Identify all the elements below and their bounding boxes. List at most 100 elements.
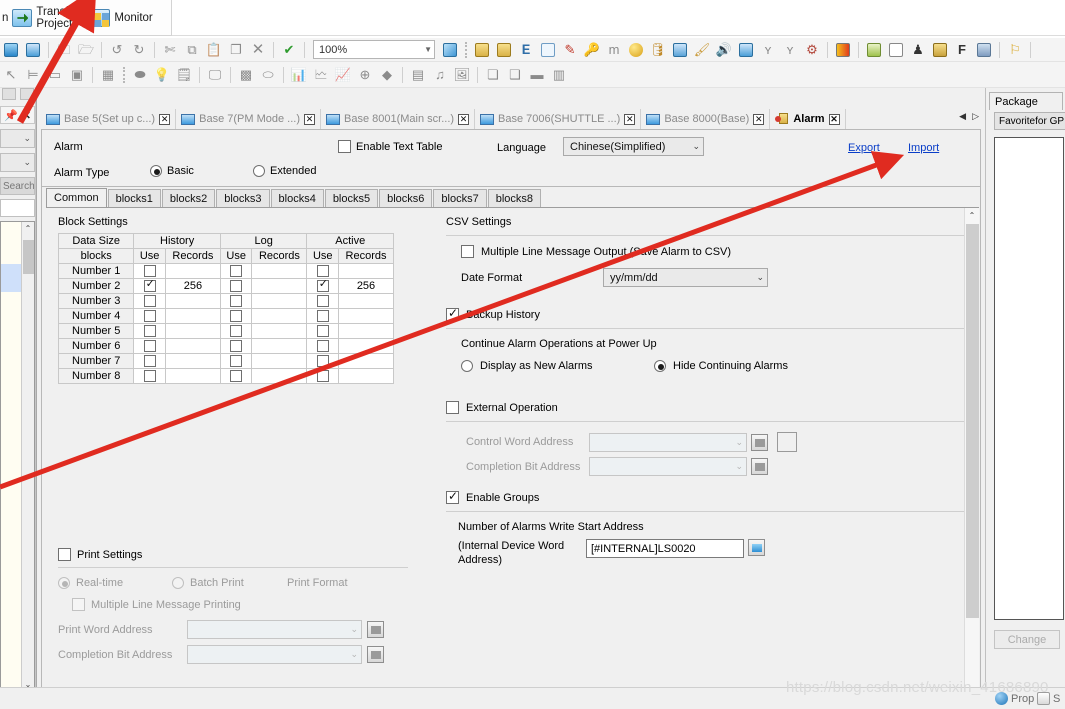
history-use-cell[interactable] xyxy=(133,263,166,279)
export-link[interactable]: Export xyxy=(848,142,880,154)
bar-chart-icon[interactable]: 📊 xyxy=(289,65,309,85)
gradient-icon[interactable] xyxy=(833,40,853,60)
log-use-checkbox[interactable] xyxy=(230,295,243,307)
multiple-line-printing-checkbox[interactable] xyxy=(72,598,85,611)
active-use-cell[interactable] xyxy=(306,353,339,369)
close-icon[interactable]: ✕ xyxy=(22,109,31,122)
enable-groups-header[interactable]: Enable Groups xyxy=(446,489,979,504)
left-dock-field[interactable] xyxy=(0,199,35,217)
print-realtime-radio[interactable] xyxy=(58,577,70,589)
log-use-cell[interactable] xyxy=(219,323,253,339)
control-word-address-combobox[interactable]: ⌄ xyxy=(589,432,747,452)
screen-thumb-icon[interactable] xyxy=(20,88,34,100)
active-records-cell[interactable] xyxy=(338,323,394,339)
screen-tree-scrollbar[interactable]: ⌃ ⌄ xyxy=(21,222,34,690)
mdi-tab-base7006[interactable]: Base 7006(SHUTTLE ...) ✕ xyxy=(475,109,642,129)
sound-effect-icon[interactable]: 🖌 xyxy=(692,40,712,60)
active-records-cell[interactable]: 256 xyxy=(338,278,394,294)
history-use-checkbox[interactable] xyxy=(143,340,156,352)
picture-icon[interactable]: 🖼 xyxy=(452,65,472,85)
control-word-address-picker-button[interactable] xyxy=(751,433,768,451)
log-use-cell[interactable] xyxy=(219,338,253,354)
display-icon[interactable]: 🖵 xyxy=(205,65,225,85)
mdi-tab-base7[interactable]: Base 7(PM Mode ...) ✕ xyxy=(176,109,321,129)
hide-continuing-alarms-radio[interactable] xyxy=(654,360,666,372)
ribbon-button-monitor[interactable]: Monitor xyxy=(86,0,156,36)
csv-multiple-line-checkbox[interactable] xyxy=(461,245,474,258)
form-icon[interactable]: 🗒 xyxy=(174,65,194,85)
history-records-cell[interactable] xyxy=(164,323,221,339)
log-use-checkbox[interactable] xyxy=(230,280,243,292)
active-records-cell[interactable] xyxy=(338,338,394,354)
active-use-checkbox[interactable] xyxy=(316,278,329,292)
mdi-tab-nav[interactable]: ◀ ▷ xyxy=(959,111,979,122)
package-icon[interactable] xyxy=(864,40,884,60)
eraser-icon[interactable]: ⬭ xyxy=(258,65,278,85)
tab-blocks4[interactable]: blocks4 xyxy=(270,189,324,207)
print-word-address-combobox[interactable]: ⌄ xyxy=(187,620,362,639)
alarm-icon[interactable] xyxy=(472,40,492,60)
package-list[interactable] xyxy=(994,137,1064,620)
log-use-cell[interactable] xyxy=(219,263,253,279)
mdi-tab-alarm[interactable]: Alarm ✕ xyxy=(770,109,846,129)
align-icon[interactable]: ⊨ xyxy=(23,65,43,85)
keypad-icon[interactable]: ⊕ xyxy=(355,65,375,85)
left-dock-filter-combobox-1[interactable]: ⌄ xyxy=(0,129,35,148)
tab-blocks8[interactable]: blocks8 xyxy=(487,189,541,207)
ribbon-button-transfer-project[interactable]: Transfer Project xyxy=(8,0,86,36)
active-use-checkbox[interactable] xyxy=(316,355,329,367)
log-records-cell[interactable] xyxy=(251,308,308,324)
active-records-cell[interactable] xyxy=(338,263,394,279)
close-icon[interactable]: ✕ xyxy=(753,113,765,125)
log-use-checkbox[interactable] xyxy=(230,310,243,322)
history-records-cell[interactable] xyxy=(164,293,221,309)
history-use-cell[interactable] xyxy=(133,368,166,384)
grid-icon[interactable]: ▩ xyxy=(236,65,256,85)
print-completion-bit-combobox[interactable]: ⌄ xyxy=(187,645,362,664)
history-use-checkbox[interactable] xyxy=(143,265,156,277)
enable-groups-checkbox[interactable] xyxy=(446,489,459,504)
print-settings-checkbox[interactable] xyxy=(58,548,71,561)
active-use-cell[interactable] xyxy=(306,308,339,324)
history-use-cell[interactable] xyxy=(133,308,166,324)
flag-icon[interactable]: ⚐ xyxy=(1005,40,1025,60)
log-records-cell[interactable] xyxy=(251,278,308,294)
history-use-cell[interactable] xyxy=(133,353,166,369)
history-use-checkbox[interactable] xyxy=(143,325,156,337)
history-records-cell[interactable]: 256 xyxy=(164,278,221,294)
enable-text-table-checkbox-row[interactable]: Enable Text Table xyxy=(338,140,442,153)
tab-common[interactable]: Common xyxy=(46,188,107,207)
history-records-cell[interactable] xyxy=(164,368,221,384)
screen-icon[interactable]: ▣ xyxy=(67,65,87,85)
security-icon[interactable]: 🛢 xyxy=(648,40,668,60)
tab-blocks5[interactable]: blocks5 xyxy=(324,189,379,207)
history-use-checkbox[interactable] xyxy=(143,310,156,322)
duplicate-icon[interactable]: ❐ xyxy=(226,40,246,60)
external-operation-checkbox[interactable] xyxy=(446,401,459,414)
close-icon[interactable]: ✕ xyxy=(458,113,470,125)
duplicate-shape-icon[interactable]: ❑ xyxy=(505,65,525,85)
preview-icon[interactable] xyxy=(440,40,460,60)
log-use-checkbox[interactable] xyxy=(230,355,243,367)
zoom-level-combobox[interactable]: 100% ▼ xyxy=(313,40,435,59)
active-use-checkbox[interactable] xyxy=(316,295,329,307)
mdi-tab-base8000[interactable]: Base 8000(Base) ✕ xyxy=(641,109,771,129)
csv-icon[interactable] xyxy=(538,40,558,60)
log-records-cell[interactable] xyxy=(251,353,308,369)
message-icon[interactable] xyxy=(494,40,514,60)
active-records-cell[interactable] xyxy=(338,308,394,324)
tab-blocks2[interactable]: blocks2 xyxy=(161,189,216,207)
history-records-cell[interactable] xyxy=(164,263,221,279)
csv-multiple-line-row[interactable]: Multiple Line Message Output (Save Alarm… xyxy=(461,245,979,258)
log-use-cell[interactable] xyxy=(219,353,253,369)
active-use-cell[interactable] xyxy=(306,263,339,279)
script-icon[interactable] xyxy=(670,40,690,60)
label-icon[interactable] xyxy=(930,40,950,60)
scroll-thumb[interactable] xyxy=(23,240,34,274)
pointer-icon[interactable]: ↖ xyxy=(1,65,21,85)
active-use-checkbox[interactable] xyxy=(316,325,329,337)
print-batch-radio[interactable] xyxy=(172,577,184,589)
table-row[interactable]: Number 7 xyxy=(57,353,394,369)
log-use-checkbox[interactable] xyxy=(230,340,243,352)
device-icon[interactable]: ▤ xyxy=(408,65,428,85)
